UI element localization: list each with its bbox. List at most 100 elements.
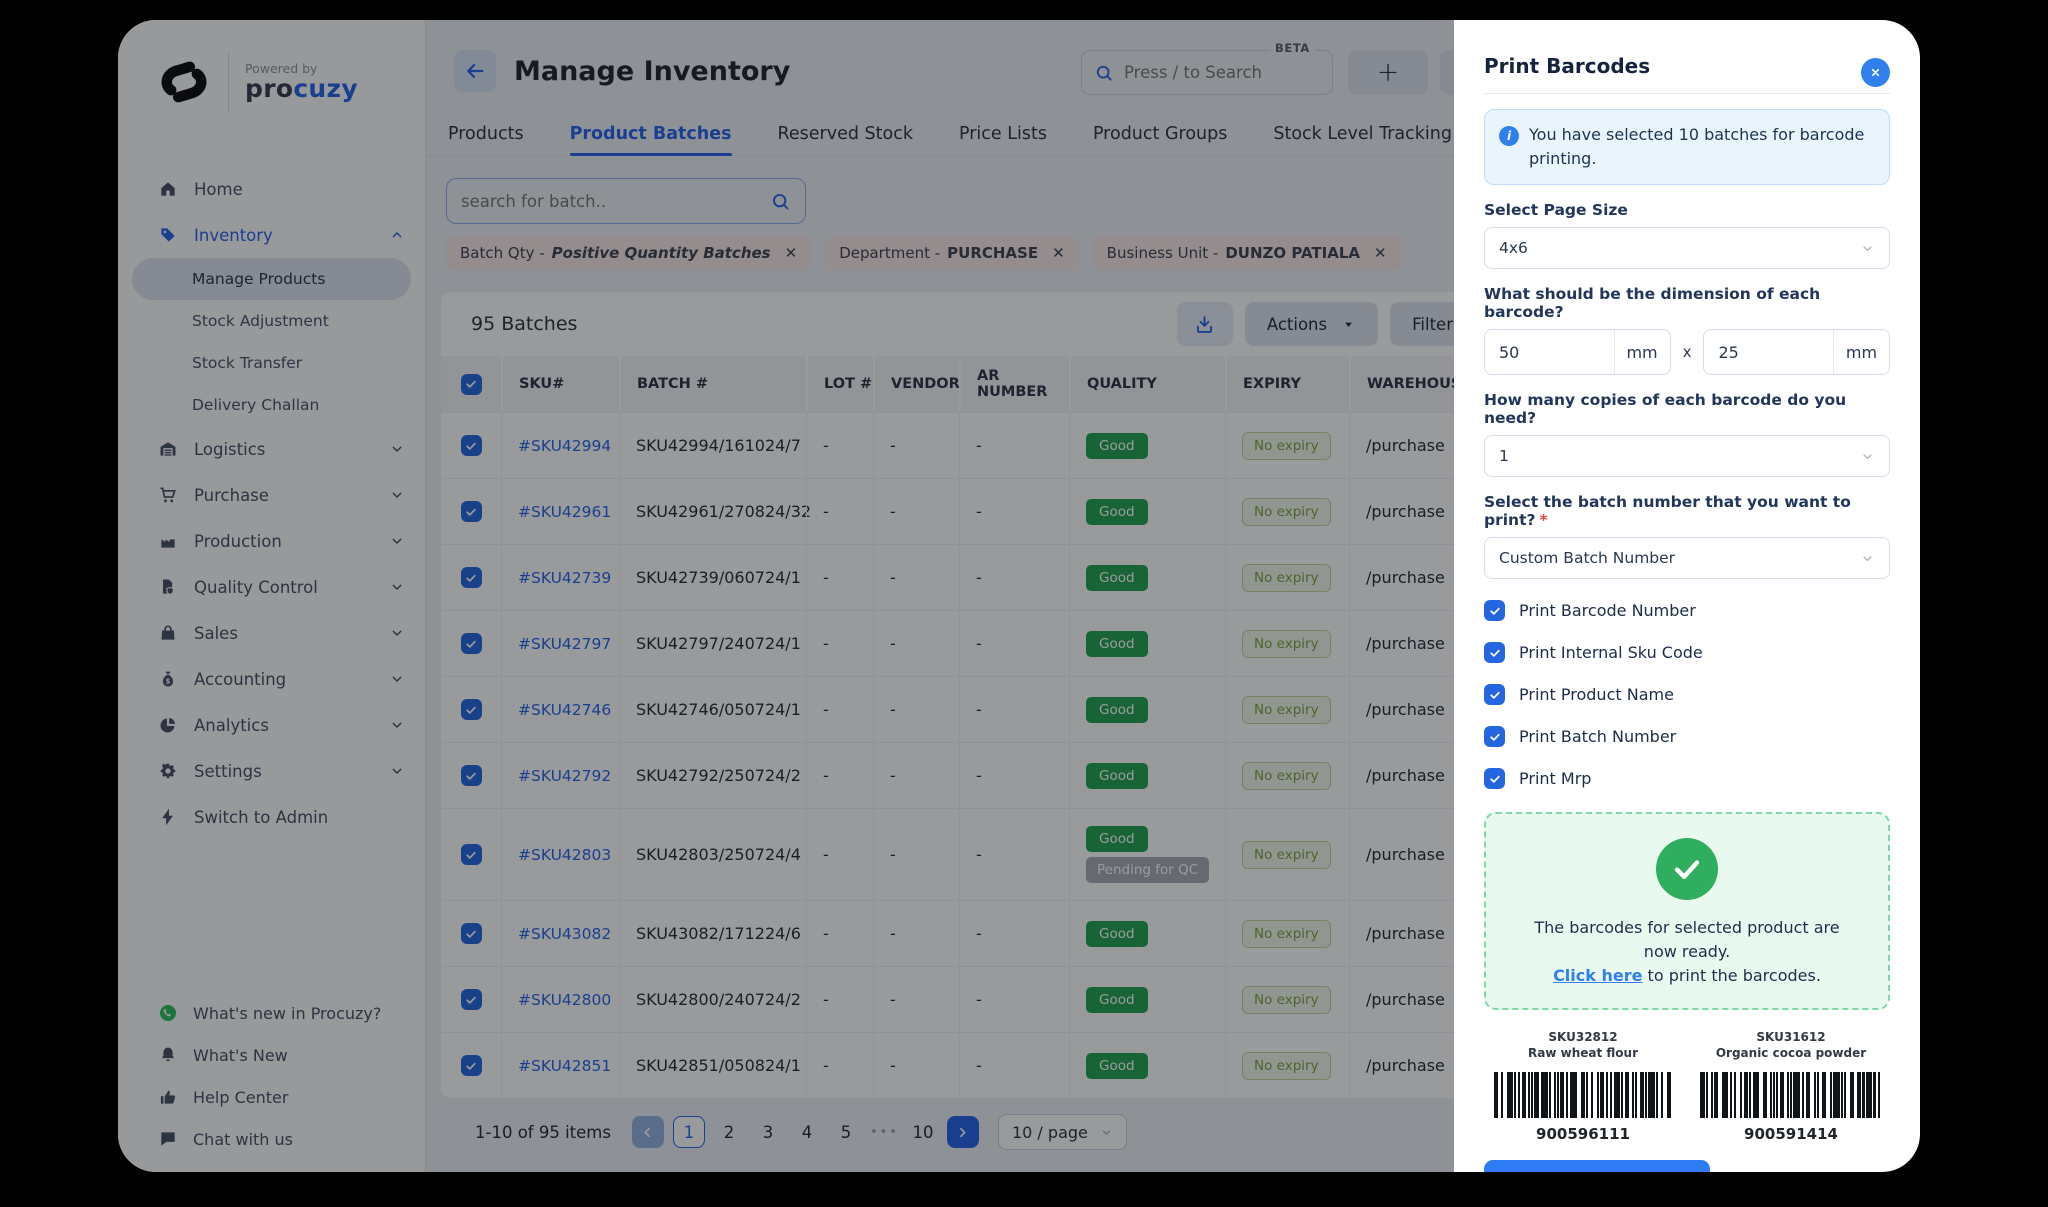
barcode-bar [1531, 1072, 1533, 1118]
barcode-bar [1610, 1072, 1612, 1118]
barcode-bar [1806, 1072, 1810, 1118]
barcode-product-name: Organic cocoa powder [1696, 1046, 1886, 1060]
barcode-bar [1667, 1072, 1671, 1118]
barcode-bar [1635, 1072, 1637, 1118]
barcode-bar [1597, 1072, 1599, 1118]
barcode-bar [1534, 1072, 1538, 1118]
print-option[interactable]: Print Product Name [1484, 684, 1890, 705]
barcode-bar [1722, 1072, 1728, 1118]
barcode-bar [1862, 1072, 1864, 1118]
print-options: Print Barcode Number Print Internal Sku C… [1484, 600, 1890, 789]
barcode-bar [1700, 1072, 1704, 1118]
check-icon [1488, 772, 1502, 786]
divider [1484, 93, 1890, 94]
print-option[interactable]: Print Batch Number [1484, 726, 1890, 747]
barcode-bar [1802, 1072, 1804, 1118]
barcode-image [1488, 1072, 1678, 1118]
barcode-sku: SKU31612 [1696, 1030, 1886, 1044]
barcode-bar [1557, 1072, 1559, 1118]
barcode-bar [1541, 1072, 1547, 1118]
app-window: Powered by procuzy HomeInventoryManage P… [118, 20, 1920, 1172]
barcode-bar [1744, 1072, 1748, 1118]
chevron-down-icon [1860, 551, 1875, 566]
barcode-bar [1793, 1072, 1799, 1118]
chevron-down-icon [1860, 241, 1875, 256]
panel-title: Print Barcodes [1484, 54, 1890, 78]
barcode-preview: SKU32812Raw wheat flour900596111 [1488, 1030, 1678, 1143]
barcode-sku: SKU32812 [1488, 1030, 1678, 1044]
barcode-bar [1753, 1072, 1759, 1118]
option-label: Print Barcode Number [1519, 601, 1696, 620]
height-input[interactable]: 25 mm [1703, 329, 1890, 375]
barcode-bar [1549, 1072, 1551, 1118]
close-icon [1868, 65, 1883, 80]
copies-select[interactable]: 1 [1484, 435, 1890, 477]
page-size-label: Select Page Size [1484, 201, 1890, 219]
barcode-bar [1614, 1072, 1620, 1118]
width-input[interactable]: 50 mm [1484, 329, 1671, 375]
barcode-bar [1734, 1072, 1736, 1118]
barcode-bar [1787, 1072, 1789, 1118]
barcode-bar [1878, 1072, 1880, 1118]
batch-number-label: Select the batch number that you want to… [1484, 493, 1890, 529]
option-label: Print Mrp [1519, 769, 1591, 788]
print-option[interactable]: Print Barcode Number [1484, 600, 1890, 621]
barcode-bar [1873, 1072, 1875, 1118]
page-size-select[interactable]: 4x6 [1484, 227, 1890, 269]
barcode-previews: SKU32812Raw wheat flour900596111SKU31612… [1484, 1030, 1890, 1143]
option-checkbox[interactable] [1484, 600, 1505, 621]
check-icon [1488, 646, 1502, 660]
barcode-preview: SKU31612Organic cocoa powder900591414 [1696, 1030, 1886, 1143]
barcode-bar [1780, 1072, 1784, 1118]
chevron-down-icon [1860, 449, 1875, 464]
option-label: Print Internal Sku Code [1519, 643, 1703, 662]
barcode-bar [1621, 1072, 1623, 1118]
generate-barcodes-button[interactable]: Generate Barcodes [1484, 1160, 1710, 1172]
barcode-bar [1776, 1072, 1778, 1118]
barcode-bar [1507, 1072, 1513, 1118]
barcode-bar [1844, 1072, 1846, 1118]
barcode-bar [1656, 1072, 1658, 1118]
barcode-bar [1632, 1072, 1634, 1118]
barcode-bar [1661, 1072, 1663, 1118]
option-checkbox[interactable] [1484, 768, 1505, 789]
barcode-bar [1817, 1072, 1819, 1118]
barcode-bar [1770, 1072, 1772, 1118]
barcode-bar [1645, 1072, 1647, 1118]
barcode-bar [1841, 1072, 1843, 1118]
barcode-bar [1833, 1072, 1839, 1118]
print-barcodes-panel: Print Barcodes i You have selected 10 ba… [1454, 20, 1920, 1172]
barcode-bar [1866, 1072, 1872, 1118]
barcode-bar [1850, 1072, 1854, 1118]
barcode-product-name: Raw wheat flour [1488, 1046, 1678, 1060]
barcode-bar [1773, 1072, 1775, 1118]
barcode-bar [1591, 1072, 1593, 1118]
check-icon [1488, 604, 1502, 618]
option-checkbox[interactable] [1484, 642, 1505, 663]
barcode-bar [1711, 1072, 1713, 1118]
barcode-bar [1822, 1072, 1826, 1118]
success-text: The barcodes for selected product are no… [1504, 916, 1870, 988]
barcode-bar [1566, 1072, 1568, 1118]
barcode-bar [1514, 1072, 1516, 1118]
barcode-bar [1706, 1072, 1708, 1118]
barcode-bar [1581, 1072, 1585, 1118]
barcode-bar [1830, 1072, 1832, 1118]
print-option[interactable]: Print Internal Sku Code [1484, 642, 1890, 663]
barcode-bar [1528, 1072, 1530, 1118]
barcode-bar [1640, 1072, 1644, 1118]
height-unit: mm [1833, 330, 1889, 374]
option-label: Print Product Name [1519, 685, 1674, 704]
barcode-bar [1763, 1072, 1767, 1118]
option-checkbox[interactable] [1484, 726, 1505, 747]
close-button[interactable] [1861, 58, 1890, 87]
barcode-bar [1730, 1072, 1732, 1118]
barcode-bar [1494, 1072, 1498, 1118]
barcode-bar [1648, 1072, 1654, 1118]
batch-number-select[interactable]: Custom Batch Number [1484, 537, 1890, 579]
barcode-bar [1740, 1072, 1742, 1118]
selection-alert-text: You have selected 10 batches for barcode… [1529, 123, 1875, 171]
option-checkbox[interactable] [1484, 684, 1505, 705]
print-option[interactable]: Print Mrp [1484, 768, 1890, 789]
click-here-link[interactable]: Click here [1553, 966, 1642, 985]
